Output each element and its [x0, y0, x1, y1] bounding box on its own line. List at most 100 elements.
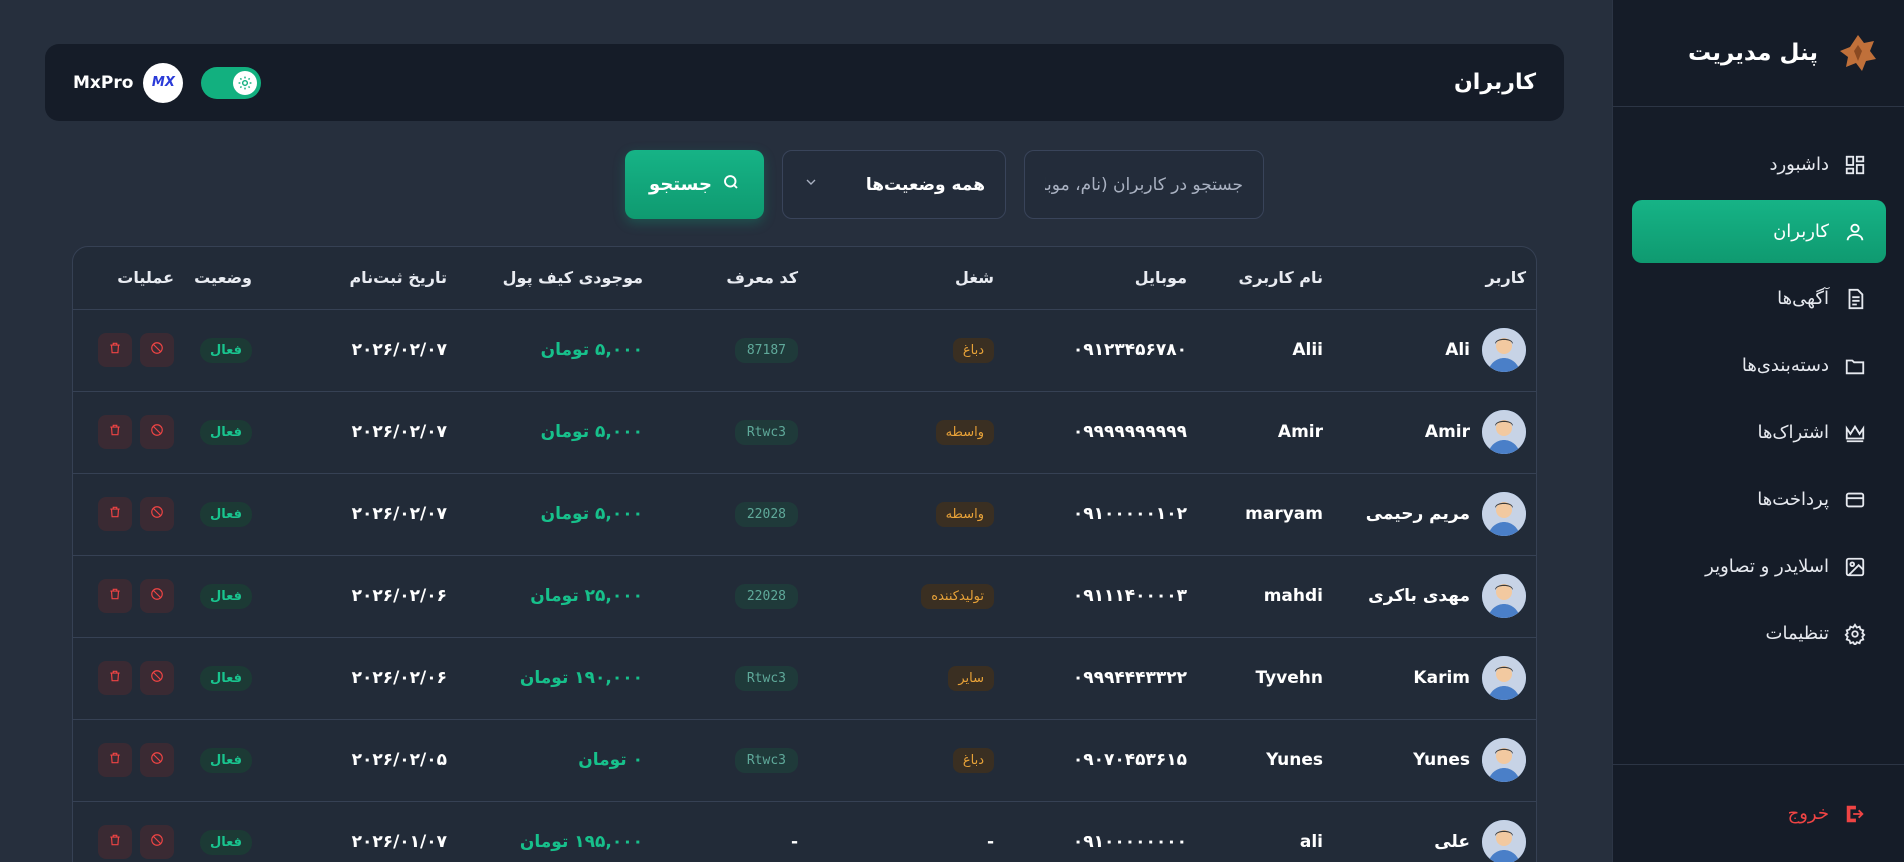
block-user-button[interactable] [140, 661, 175, 695]
ban-icon [150, 668, 164, 688]
column-header: کاربر [1333, 247, 1536, 310]
avatar [1482, 410, 1526, 454]
user-name: مریم رحیمی [1365, 504, 1470, 524]
mobile: ۰۹۹۹۹۹۹۹۹۹۹ [1072, 422, 1187, 442]
status-filter-select[interactable]: همه وضعیت‌ها [782, 150, 1006, 219]
status-badge: فعال [199, 501, 252, 527]
registration-date: ۲۰۲۶/۰۲/۰۷ [351, 340, 447, 360]
username: mahdi [1263, 586, 1323, 606]
ban-icon [150, 750, 164, 770]
delete-user-button[interactable] [98, 825, 133, 859]
delete-user-button[interactable] [98, 661, 133, 695]
table-row[interactable]: Amir Amir ۰۹۹۹۹۹۹۹۹۹۹ واسطه Rtwc3 ۵,۰۰۰ تومان… [73, 391, 1536, 474]
brand[interactable]: MX MxPro [73, 62, 184, 103]
table-row[interactable]: علی ali ۰۹۱۰۰۰۰۰۰۰۰ - - ۱۹۵,۰۰۰ تومان ۲۰۲۶/۰۱/… [73, 801, 1536, 862]
avatar [1482, 738, 1526, 782]
table-row[interactable]: Karim Tyvehn ۰۹۹۹۴۴۴۳۳۲۲ سایر Rtwc3 ۱۹۰,۰۰۰ ت… [73, 637, 1536, 720]
column-header: شغل [808, 247, 1004, 310]
trash-icon [108, 750, 122, 770]
delete-user-button[interactable] [98, 497, 133, 531]
status-badge: فعال [199, 583, 252, 609]
referral-code-badge: 87187 [734, 337, 798, 363]
referral-code-badge: Rtwc3 [734, 419, 798, 445]
document-icon [1844, 288, 1866, 310]
status-filter-value: همه وضعیت‌ها [865, 174, 985, 195]
brand-logo-icon[interactable] [1836, 31, 1880, 75]
search-input[interactable] [1024, 150, 1264, 219]
sidebar-item-label: تنظیمات [1765, 623, 1829, 644]
sidebar-item-7[interactable]: تنظیمات [1632, 602, 1886, 665]
wallet-balance: ۰ تومان [578, 750, 643, 770]
wallet-balance: ۱۹۵,۰۰۰ تومان [519, 832, 643, 852]
column-header: موجودی کیف پول [457, 247, 653, 310]
table-row[interactable]: Ali Alii ۰۹۱۲۳۴۵۶۷۸۰ دباغ 87187 ۵,۰۰۰ تومان ۲۰… [73, 309, 1536, 392]
theme-toggle[interactable] [201, 66, 262, 99]
search-button-label: جستجو [649, 174, 712, 195]
job-badge: واسطه [935, 501, 994, 527]
ban-icon [150, 832, 164, 852]
sidebar-item-label: اشتراک‌ها [1757, 422, 1829, 443]
column-header: وضعیت [184, 247, 262, 310]
brand-avatar: MX [143, 62, 184, 103]
wallet-balance: ۵,۰۰۰ تومان [540, 422, 643, 442]
job-badge: دباغ [952, 747, 994, 773]
block-user-button[interactable] [140, 415, 175, 449]
delete-user-button[interactable] [98, 415, 133, 449]
sidebar-item-3[interactable]: دسته‌بندی‌ها [1632, 334, 1886, 397]
block-user-button[interactable] [140, 497, 175, 531]
crown-icon [1844, 422, 1866, 444]
table-row[interactable]: Yunes Yunes ۰۹۰۷۰۴۵۳۶۱۵ دباغ Rtwc3 ۰ تومان ۲۰۲… [73, 719, 1536, 802]
status-badge: فعال [199, 419, 252, 445]
referral-code-badge: Rtwc3 [734, 747, 798, 773]
avatar [1482, 656, 1526, 700]
search-icon [722, 173, 740, 196]
sidebar-item-2[interactable]: آگهی‌ها [1632, 267, 1886, 330]
table-body: Ali Alii ۰۹۱۲۳۴۵۶۷۸۰ دباغ 87187 ۵,۰۰۰ تومان ۲۰… [73, 309, 1536, 862]
mobile: ۰۹۹۹۴۴۴۳۳۲۲ [1072, 668, 1187, 688]
sidebar-item-4[interactable]: اشتراک‌ها [1632, 401, 1886, 464]
username: Tyvehn [1255, 668, 1323, 688]
table-row[interactable]: مهدی باکری mahdi ۰۹۱۱۱۴۰۰۰۰۳ تولیدکننده 2202… [73, 555, 1536, 638]
ban-icon [150, 586, 164, 606]
wallet-balance: ۵,۰۰۰ تومان [540, 504, 643, 524]
sidebar-item-label: آگهی‌ها [1777, 288, 1829, 309]
job-badge: سایر [948, 665, 994, 691]
username: maryam [1245, 504, 1323, 524]
wallet-icon [1844, 489, 1866, 511]
block-user-button[interactable] [140, 333, 175, 367]
status-badge: فعال [199, 665, 252, 691]
sidebar-item-1[interactable]: کاربران [1632, 200, 1886, 263]
block-user-button[interactable] [140, 579, 175, 613]
user-name: Ali [1445, 340, 1470, 360]
user-name: Karim [1413, 668, 1470, 688]
sidebar-item-5[interactable]: پرداخت‌ها [1632, 468, 1886, 531]
registration-date: ۲۰۲۶/۰۲/۰۶ [351, 586, 447, 606]
delete-user-button[interactable] [98, 579, 133, 613]
sidebar-item-label: پرداخت‌ها [1757, 489, 1829, 510]
status-badge: فعال [199, 747, 252, 773]
registration-date: ۲۰۲۶/۰۲/۰۷ [351, 504, 447, 524]
sidebar-item-6[interactable]: اسلایدر و تصاویر [1632, 535, 1886, 598]
trash-icon [108, 340, 122, 360]
trash-icon [108, 668, 122, 688]
brand-name: MxPro [73, 72, 134, 93]
logout-button[interactable]: خروج [1613, 764, 1904, 862]
block-user-button[interactable] [140, 743, 175, 777]
sidebar-item-label: داشبورد [1769, 154, 1829, 175]
table-row[interactable]: مریم رحیمی maryam ۰۹۱۰۰۰۰۰۱۰۲ واسطه 22028 ۵,۰… [73, 473, 1536, 556]
mobile: ۰۹۱۱۱۴۰۰۰۰۳ [1072, 586, 1187, 606]
logout-label: خروج [1787, 803, 1829, 824]
sidebar-item-0[interactable]: داشبورد [1632, 133, 1886, 196]
column-header: موبایل [1004, 247, 1197, 310]
sidebar-item-label: کاربران [1773, 221, 1829, 242]
delete-user-button[interactable] [98, 743, 133, 777]
wallet-balance: ۱۹۰,۰۰۰ تومان [519, 668, 643, 688]
username: Amir [1277, 422, 1323, 442]
block-user-button[interactable] [140, 825, 175, 859]
delete-user-button[interactable] [98, 333, 133, 367]
registration-date: ۲۰۲۶/۰۲/۰۷ [351, 422, 447, 442]
search-button[interactable]: جستجو [625, 150, 764, 219]
username: ali [1299, 832, 1323, 852]
trash-icon [108, 422, 122, 442]
chevron-down-icon [803, 174, 819, 195]
